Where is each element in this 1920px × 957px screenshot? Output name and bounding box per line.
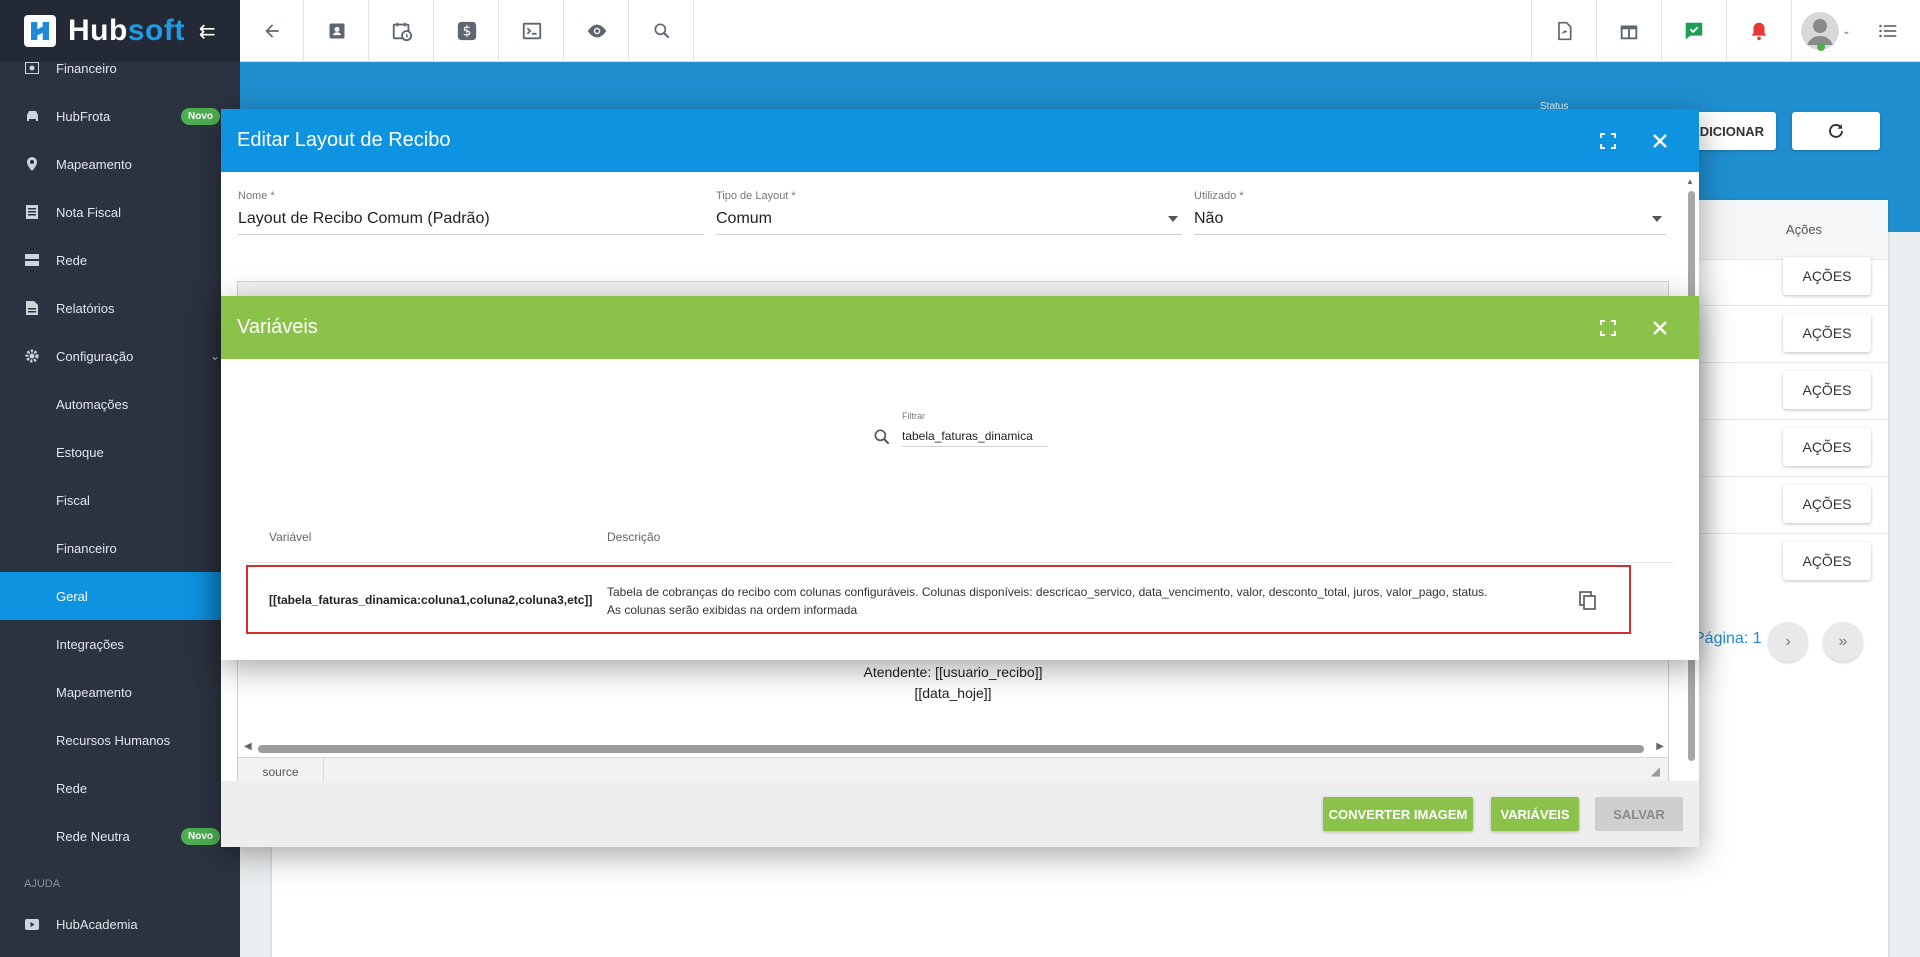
fullscreen-icon[interactable] [1596,316,1620,340]
contact-button[interactable] [305,0,369,62]
variables-modal: Variáveis Filtrar Variável Descrição [[t… [221,296,1699,660]
menu-button[interactable] [1856,0,1920,62]
utilizado-label: Utilizado * [1194,190,1244,202]
nome-label: Nome * [238,190,275,202]
eye-icon [587,24,606,38]
dropdown-caret-icon [1652,216,1662,222]
calendar-clock-icon [392,22,412,42]
list-menu-icon [1879,24,1897,38]
pdf-file-icon [1557,21,1571,41]
finance-button[interactable]: $ [435,0,499,62]
brand-name: Hubsoft [68,14,185,47]
resize-handle-icon[interactable]: ◢ [1651,764,1660,778]
edit-modal-header: Editar Layout de Recibo [221,109,1699,172]
editor-text-line: Atendente: [[usuario_recibo]] [863,664,1043,680]
user-menu[interactable]: ⌄ [1791,0,1859,62]
svg-text:$: $ [462,24,471,40]
copy-icon[interactable] [1579,591,1599,611]
variable-description: Tabela de cobranças do recibo com coluna… [607,585,1488,617]
editor-horizontal-scrollbar[interactable]: ◀ ▶ [244,741,1664,755]
search-icon [872,427,894,449]
gift-button[interactable] [1596,0,1660,62]
editor-text-line: [[data_hoje]] [914,685,992,701]
filter-label: Filtrar [902,411,925,421]
chevron-down-icon: ⌄ [1842,25,1851,37]
edit-modal-footer: CONVERTER IMAGEM VARIÁVEIS SALVAR [221,781,1699,847]
scroll-left-icon[interactable]: ◀ [244,741,252,752]
nome-input[interactable]: Layout de Recibo Comum (Padrão) [238,210,704,235]
search-icon [654,23,669,39]
close-icon[interactable] [1648,316,1672,340]
tipo-layout-label: Tipo de Layout * [716,190,796,202]
scroll-right-icon[interactable]: ▶ [1656,741,1664,752]
variables-button[interactable]: VARIÁVEIS [1491,797,1579,831]
column-header-variable: Variável [269,530,312,544]
contact-card-icon [329,23,344,39]
collapse-sidebar-icon[interactable]: ⇇ [199,19,216,44]
modal-title: Editar Layout de Recibo [237,129,451,151]
variable-name: [[tabela_faturas_dinamica:coluna1,coluna… [269,593,593,607]
fullscreen-icon[interactable] [1596,129,1620,153]
tipo-layout-select[interactable]: Comum [716,210,1182,235]
dollar-icon: $ [457,21,476,41]
messages-button[interactable] [1661,0,1725,62]
brand[interactable]: Hubsoft ⇇ [0,0,240,62]
alerts-button[interactable] [1726,0,1790,62]
chat-check-icon [1685,22,1702,40]
dropdown-caret-icon [1168,216,1178,222]
avatar [1801,12,1840,51]
terminal-button[interactable] [500,0,564,62]
back-button[interactable] [240,0,304,62]
arrow-left-icon [264,24,279,38]
view-button[interactable] [565,0,629,62]
search-button[interactable] [630,0,694,62]
convert-image-button[interactable]: CONVERTER IMAGEM [1323,797,1473,831]
filter-input[interactable] [902,425,1048,447]
table-row[interactable]: [[tabela_faturas_dinamica:coluna1,coluna… [246,565,1631,634]
top-bar: Hubsoft ⇇ $ ⌄ [0,0,1920,62]
schedule-button[interactable] [370,0,434,62]
nome-field[interactable]: Nome * Layout de Recibo Comum (Padrão) [238,190,704,235]
scroll-up-icon[interactable]: ▲ [1686,177,1694,186]
close-icon[interactable] [1648,129,1672,153]
column-header-description: Descrição [607,530,661,544]
bell-icon [1751,22,1766,41]
terminal-icon [522,22,541,40]
hubsoft-logo-icon [24,15,56,47]
modal-title: Variáveis [237,316,318,338]
gift-icon [1620,25,1637,40]
utilizado-select[interactable]: Não [1194,210,1666,235]
pdf-button[interactable] [1531,0,1595,62]
save-button[interactable]: SALVAR [1595,797,1683,831]
utilizado-field[interactable]: Utilizado * Não [1194,190,1666,235]
variables-modal-header: Variáveis [221,296,1699,359]
tipo-layout-field[interactable]: Tipo de Layout * Comum [716,190,1182,235]
table-header-divider [246,562,1674,563]
